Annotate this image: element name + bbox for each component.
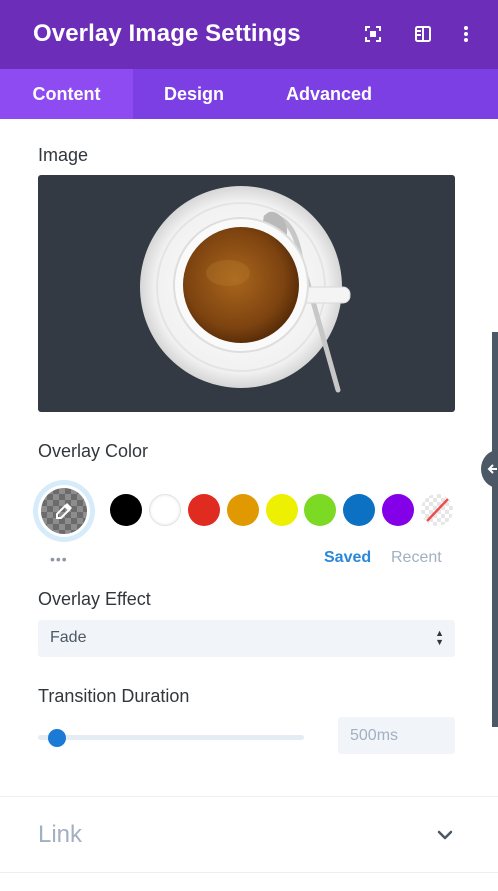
swatch-purple[interactable] xyxy=(382,494,414,526)
settings-tabs: Content Design Advanced xyxy=(0,69,498,119)
modal-title: Overlay Image Settings xyxy=(33,20,301,47)
swatch-orange[interactable] xyxy=(227,494,259,526)
recent-colors-tab[interactable]: Recent xyxy=(391,549,442,567)
link-section-title[interactable]: Link xyxy=(38,821,82,849)
coffee-cup-image xyxy=(140,186,351,393)
slider-handle[interactable] xyxy=(48,729,66,747)
expand-icon[interactable] xyxy=(362,23,384,45)
eyedropper-icon xyxy=(56,503,72,519)
tab-content[interactable]: Content xyxy=(0,69,133,119)
section-divider-bottom xyxy=(0,872,498,873)
overlay-color-label: Overlay Color xyxy=(38,441,149,461)
overlay-effect-value: Fade xyxy=(50,629,87,646)
swatch-green[interactable] xyxy=(304,494,336,526)
panel-resize-bar[interactable] xyxy=(492,332,498,727)
more-vertical-icon[interactable] xyxy=(455,23,477,45)
no-color-icon xyxy=(426,498,449,522)
select-arrows-icon: ▲ ▼ xyxy=(435,628,444,647)
overlay-effect-label: Overlay Effect xyxy=(38,589,151,609)
transition-duration-slider[interactable] xyxy=(38,735,304,740)
swatch-black[interactable] xyxy=(110,494,142,526)
chevron-down-icon[interactable] xyxy=(434,824,456,846)
tab-advanced[interactable]: Advanced xyxy=(273,69,385,119)
tab-design[interactable]: Design xyxy=(147,69,241,119)
arrow-left-icon xyxy=(487,464,497,474)
swatch-red[interactable] xyxy=(188,494,220,526)
image-label: Image xyxy=(38,145,89,165)
color-picker-button[interactable] xyxy=(38,485,90,537)
section-divider xyxy=(0,796,498,797)
swatch-blue[interactable] xyxy=(343,494,375,526)
more-colors-button[interactable]: ••• xyxy=(50,551,68,567)
swatch-white[interactable] xyxy=(149,494,181,526)
image-preview[interactable] xyxy=(38,175,455,412)
transition-duration-label: Transition Duration xyxy=(38,686,190,706)
swatch-none[interactable] xyxy=(421,494,453,526)
transition-duration-input[interactable]: 500ms xyxy=(338,717,455,754)
transparent-preview xyxy=(41,488,87,534)
resize-handle[interactable] xyxy=(481,450,498,488)
swatch-yellow[interactable] xyxy=(266,494,298,526)
sidebar-toggle-icon[interactable] xyxy=(412,23,434,45)
overlay-effect-select[interactable]: Fade ▲ ▼ xyxy=(38,620,455,657)
modal-header: Overlay Image Settings xyxy=(0,0,498,69)
saved-colors-tab[interactable]: Saved xyxy=(324,549,371,567)
